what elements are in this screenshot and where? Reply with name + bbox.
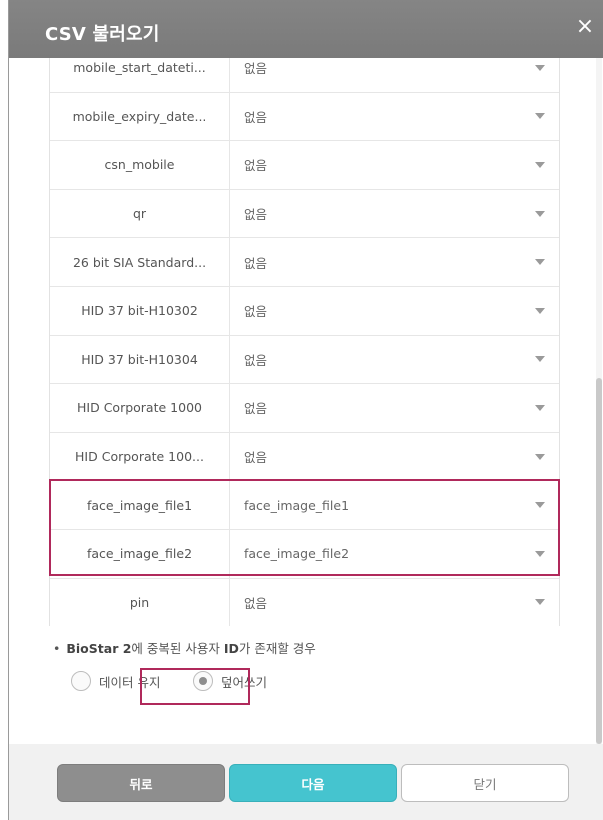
chevron-down-icon [535,307,545,314]
table-row: mobile_start_dateti... 없음 [50,58,559,93]
csv-field-name: mobile_start_dateti... [50,58,230,92]
radio-button[interactable] [71,671,91,691]
csv-field-name: face_image_file2 [50,529,230,578]
field-mapping-select[interactable]: face_image_file1 [230,481,559,529]
select-value: 없음 [244,352,268,368]
select-value: 없음 [244,207,268,223]
table-row: csn_mobile 없음 [50,141,559,190]
overwrite-option-highlight [140,668,250,705]
chevron-down-icon [535,453,545,460]
duplicate-id-option-title: • BioStar 2에 중복된 사용자 ID가 존재할 경우 [53,638,553,657]
next-button[interactable]: 다음 [229,764,397,802]
select-value: 없음 [244,401,268,417]
option-title-id: ID [223,641,239,656]
chevron-down-icon [535,502,545,509]
close-button[interactable]: 닫기 [401,764,569,802]
field-mapping-table: mobile_start_dateti... 없음 mobile_expiry_… [49,58,560,626]
table-row: 26 bit SIA Standard... 없음 [50,238,559,287]
select-value: 없음 [244,158,268,174]
bullet: • [53,641,61,656]
table-row: pin 없음 [50,578,559,626]
dialog-titlebar: CSV 불러오기 × [9,0,603,58]
table-row: HID 37 bit-H10304 없음 [50,335,559,385]
field-mapping-select[interactable]: 없음 [230,433,559,481]
chevron-down-icon [535,210,545,217]
chevron-down-icon [535,404,545,411]
table-row: qr 없음 [50,189,559,239]
select-value: 없음 [244,450,268,466]
option-title-mid: 에 중복된 사용자 [131,641,224,656]
chevron-down-icon [535,259,545,266]
dialog-title: CSV 불러오기 [45,24,160,45]
field-mapping-select[interactable]: 없음 [230,141,559,189]
field-mapping-select[interactable]: 없음 [230,238,559,286]
csv-field-name: HID 37 bit-H10304 [50,335,230,384]
csv-field-name: 26 bit SIA Standard... [50,238,230,286]
csv-import-dialog: CSV 불러오기 × mobile_start_dateti... 없음 mob… [8,0,603,820]
select-value: 없음 [244,595,268,611]
back-button[interactable]: 뒤로 [57,764,225,802]
select-value: 없음 [244,61,268,77]
select-value: 없음 [244,109,268,125]
chevron-down-icon [535,64,545,71]
chevron-down-icon [535,356,545,363]
field-mapping-select[interactable]: 없음 [230,579,559,626]
field-mapping-scroll-area[interactable]: mobile_start_dateti... 없음 mobile_expiry_… [9,58,603,626]
chevron-down-icon [535,550,545,557]
field-mapping-select[interactable]: 없음 [230,384,559,432]
table-row: mobile_expiry_date... 없음 [50,92,559,142]
table-row: HID Corporate 1000 없음 [50,384,559,433]
select-value: 없음 [244,304,268,320]
csv-field-name: csn_mobile [50,141,230,189]
field-mapping-select[interactable]: 없음 [230,336,559,384]
field-mapping-select[interactable]: 없음 [230,93,559,141]
table-row: HID Corporate 100... 없음 [50,432,559,482]
chevron-down-icon [535,599,545,606]
duplicate-id-radio-group: 데이터 유지 덮어쓰기 [53,671,553,697]
scrollbar-thumb[interactable] [596,378,602,744]
chevron-down-icon [535,161,545,168]
option-title-end: 가 존재할 경우 [238,641,316,656]
field-mapping-select[interactable]: 없음 [230,190,559,238]
csv-field-name: pin [50,578,230,626]
close-icon[interactable]: × [574,16,596,38]
table-row: HID 37 bit-H10302 없음 [50,286,559,336]
csv-field-name: HID Corporate 100... [50,432,230,481]
dialog-footer: 뒤로 다음 닫기 [9,744,603,820]
option-title-biostar: BioStar 2 [66,641,132,656]
csv-field-name: face_image_file1 [50,481,230,529]
select-value: face_image_file1 [244,497,350,513]
table-row: face_image_file2 face_image_file2 [50,529,559,579]
table-row: face_image_file1 face_image_file1 [50,481,559,530]
csv-field-name: HID 37 bit-H10302 [50,286,230,335]
select-value: face_image_file2 [244,546,350,562]
csv-field-name: HID Corporate 1000 [50,384,230,432]
duplicate-id-option: • BioStar 2에 중복된 사용자 ID가 존재할 경우 데이터 유지 덮어… [53,638,553,697]
field-mapping-select[interactable]: 없음 [230,58,559,92]
select-value: 없음 [244,255,268,271]
chevron-down-icon [535,113,545,120]
field-mapping-select[interactable]: face_image_file2 [230,530,559,578]
csv-field-name: qr [50,189,230,238]
csv-field-name: mobile_expiry_date... [50,92,230,141]
field-mapping-select[interactable]: 없음 [230,287,559,335]
